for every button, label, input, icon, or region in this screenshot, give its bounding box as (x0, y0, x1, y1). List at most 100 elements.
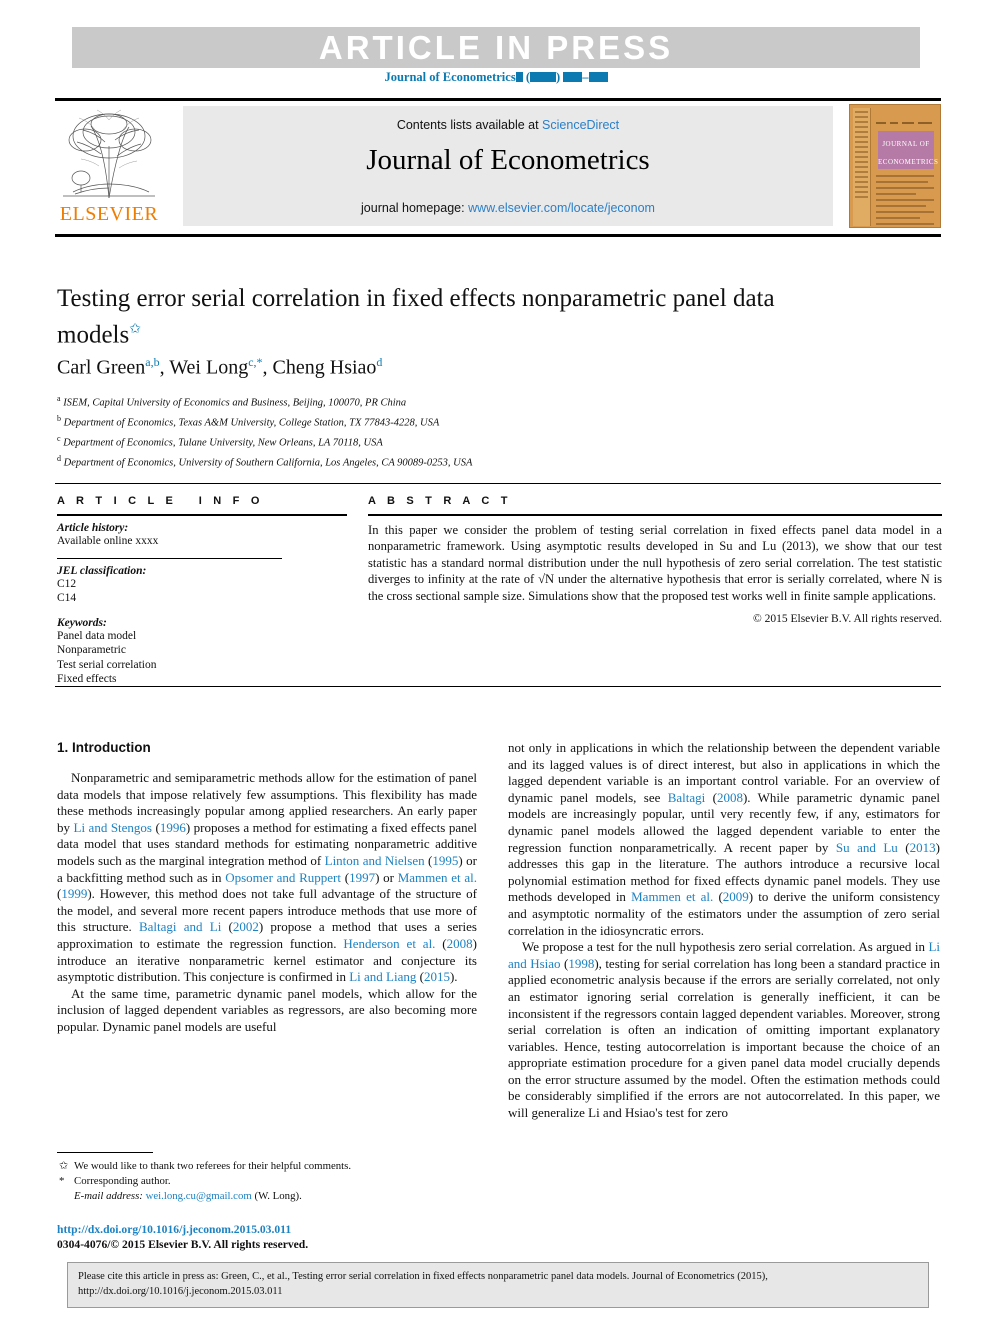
citation-link[interactable]: Li and Liang (349, 969, 416, 984)
citation-year-link[interactable]: 2008 (717, 790, 743, 805)
elsevier-logo: ELSEVIER (55, 106, 163, 226)
citation-link[interactable]: Linton and Nielsen (325, 853, 425, 868)
keyword-item: Test serial correlation (57, 658, 157, 671)
footnote-rule (57, 1152, 153, 1153)
citation-link[interactable]: Opsomer and Ruppert (225, 870, 341, 885)
masthead-bottom-rule (55, 234, 941, 237)
abstract-radical-n: √N (538, 572, 555, 587)
affiliation-item: a ISEM, Capital University of Economics … (57, 394, 407, 409)
contents-available-line: Contents lists available at ScienceDirec… (183, 118, 833, 132)
footnote-star-text: We would like to thank two referees for … (74, 1160, 352, 1172)
affiliation-marker: a (57, 394, 61, 403)
affiliation-item: b Department of Economics, Texas A&M Uni… (57, 414, 440, 429)
citation-link[interactable]: Mammen et al. (631, 889, 713, 904)
issn-copyright-line: 0304-4076/© 2015 Elsevier B.V. All right… (57, 1238, 309, 1251)
paragraph-text: ( (713, 889, 723, 905)
body-column-right: not only in applications in which the re… (508, 740, 940, 1122)
article-in-press-banner: ARTICLE IN PRESS (72, 27, 920, 68)
email-link[interactable]: wei.long.cu@gmail.com (146, 1190, 252, 1202)
journal-homepage-link[interactable]: www.elsevier.com/locate/jeconom (468, 201, 655, 215)
citation-year-link[interactable]: 2015 (424, 969, 450, 984)
year-placeholder (529, 72, 556, 82)
journal-title: Journal of Econometrics (366, 144, 650, 176)
abstract-copyright: © 2015 Elsevier B.V. All rights reserved… (753, 613, 942, 626)
please-cite-line-1: Please cite this article in press as: Gr… (78, 1271, 768, 1282)
citation-link[interactable]: Baltagi and Li (139, 919, 221, 934)
section-heading-introduction: 1. Introduction (57, 740, 151, 755)
sciencedirect-link[interactable]: ScienceDirect (542, 118, 619, 132)
footnote-asterisk-text: Corresponding author. (74, 1175, 171, 1187)
masthead-top-rule (55, 98, 941, 101)
citation-year-link[interactable]: 1999 (61, 886, 87, 901)
keywords-label: Keywords: (57, 616, 107, 629)
article-info-column: A R T I C L E I N F O Article history: A… (57, 495, 347, 687)
cover-left-strip (853, 108, 871, 226)
endpage-placeholder (588, 72, 608, 82)
paragraph-text: ( (221, 919, 233, 935)
abstract-heading: A B S T R A C T (368, 495, 512, 507)
abstract-text: In this paper we consider the problem of… (368, 522, 942, 604)
paragraph: We propose a test for the null hypothesi… (508, 939, 940, 1122)
please-cite-line-2: http://dx.doi.org/10.1016/j.jeconom.2015… (78, 1285, 283, 1297)
paragraph: Nonparametric and semiparametric methods… (57, 770, 477, 986)
startpage-placeholder (563, 72, 583, 82)
paragraph-text: ), testing for serial correlation has lo… (508, 955, 940, 1121)
article-info-rule (57, 514, 347, 516)
email-row: E-mail address: wei.long.cu@gmail.com (W… (74, 1189, 482, 1204)
jel-code-item: C12 (57, 577, 77, 590)
citation-year-link[interactable]: 2009 (723, 889, 749, 904)
citation-year-link[interactable]: 2008 (447, 936, 473, 951)
paragraph: At the same time, parametric dynamic pan… (57, 985, 477, 1034)
citation-link[interactable]: Li and Stengos (74, 820, 153, 835)
cover-title-line-1: JOURNAL OF (882, 140, 930, 148)
paragraph-text: ( (897, 839, 910, 855)
paragraph-text: ( (341, 869, 350, 885)
citation-link[interactable]: Su and Lu (836, 840, 898, 855)
keyword-item: Nonparametric (57, 644, 126, 656)
article-history-value: Available online xxxx (57, 535, 159, 547)
jel-code-item: C14 (57, 592, 77, 604)
keyword-item: Fixed effects (57, 673, 117, 685)
page-title: Testing error serial correlation in fixe… (57, 283, 797, 350)
article-page: ARTICLE IN PRESS Journal of Econometrics… (0, 0, 992, 1323)
article-title-text: Testing error serial correlation in fixe… (57, 285, 775, 349)
footnote-block: ✩ We would like to thank two referees fo… (57, 1159, 482, 1204)
citation-year-link[interactable]: 1997 (349, 870, 375, 885)
abstract-rule (368, 514, 942, 516)
cover-header-rules (876, 111, 936, 124)
citation-year-link[interactable]: 1995 (432, 853, 458, 868)
doi-block: http://dx.doi.org/10.1016/j.jeconom.2015… (57, 1222, 487, 1252)
affiliation-item: d Department of Economics, University of… (57, 454, 473, 469)
affiliation-item: c Department of Economics, Tulane Univer… (57, 434, 383, 449)
abstract-bottom-rule (55, 686, 941, 687)
info-top-rule (55, 483, 941, 484)
paragraph-text: ( (435, 935, 447, 951)
citation-year-link[interactable]: 1996 (160, 820, 186, 835)
keyword-item: Panel data model (57, 629, 137, 642)
paragraph-text: ). (449, 969, 458, 985)
citation-year-link[interactable]: 2002 (233, 919, 259, 934)
journal-homepage-line: journal homepage: www.elsevier.com/locat… (183, 201, 833, 215)
citation-link[interactable]: Baltagi (668, 790, 706, 805)
affiliation-marker: c (57, 434, 61, 444)
cover-title-block: JOURNAL OF ECONOMETRICS (878, 131, 938, 169)
citation-link[interactable]: Henderson et al. (343, 936, 435, 951)
volume-placeholder (515, 72, 523, 82)
citation-year-link[interactable]: 2013 (910, 840, 936, 855)
paragraph-text: We propose a test for the null hypothesi… (522, 939, 929, 955)
affiliation-marker: b (57, 414, 61, 424)
email-label: E-mail address: (74, 1190, 143, 1202)
contents-prefix-label: Contents lists available at (396, 118, 543, 132)
email-suffix: (W. Long). (254, 1190, 302, 1202)
doi-link[interactable]: http://dx.doi.org/10.1016/j.jeconom.2015… (57, 1222, 487, 1237)
affiliation-list: a ISEM, Capital University of Economics … (57, 391, 817, 471)
running-head-journal: Journal of Econometrics (384, 70, 516, 84)
article-info-divider (57, 557, 282, 559)
paragraph-text: ( (416, 969, 424, 985)
citation-link[interactable]: Mammen et al. (398, 870, 477, 885)
article-info-heading: A R T I C L E I N F O (57, 495, 264, 507)
body-column-left: 1. Introduction Nonparametric and semipa… (57, 740, 477, 1036)
elsevier-wordmark: ELSEVIER (59, 203, 159, 225)
citation-year-link[interactable]: 1998 (568, 956, 594, 971)
